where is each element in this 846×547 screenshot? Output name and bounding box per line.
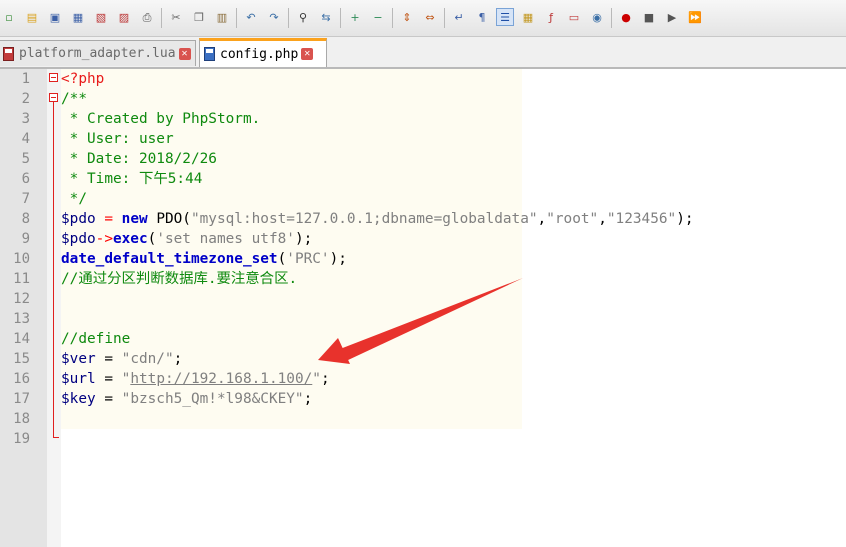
run-macro-multiple-icon[interactable]: ⏩ [686, 8, 704, 26]
toolbar-separator [236, 8, 237, 28]
tab-label: config.php [220, 46, 299, 62]
close-tab-icon[interactable]: ✕ [178, 47, 191, 60]
code-line: $pdo = new PDO("mysql:host=127.0.0.1;dbn… [61, 211, 694, 227]
code-line: $ver = "cdn/"; [61, 351, 183, 367]
play-macro-icon[interactable]: ▶ [663, 8, 681, 26]
fold-collapse-icon[interactable] [49, 73, 58, 82]
cut-icon[interactable]: ✂ [167, 8, 185, 26]
line-number: 15 [13, 351, 30, 367]
line-number: 1 [21, 71, 30, 87]
tab-platform-adapter-lua[interactable]: platform_adapter.lua ✕ [0, 40, 196, 66]
function-list-icon[interactable]: ƒ [542, 8, 560, 26]
line-number: 17 [13, 391, 30, 407]
code-line: /** [61, 91, 87, 107]
open-file-icon[interactable]: ▤ [23, 8, 41, 26]
replace-icon[interactable]: ⇆ [317, 8, 335, 26]
monitor-icon[interactable]: ◉ [588, 8, 606, 26]
line-number: 3 [21, 111, 30, 127]
toolbar-separator [444, 8, 445, 28]
tab-label: platform_adapter.lua [19, 46, 176, 61]
undo-icon[interactable]: ↶ [242, 8, 260, 26]
line-number: 13 [13, 311, 30, 327]
copy-icon[interactable]: ❐ [190, 8, 208, 26]
code-line: * Created by PhpStorm. [61, 111, 261, 127]
line-number: 18 [13, 411, 30, 427]
line-number: 5 [21, 151, 30, 167]
url-link[interactable]: http://192.168.1.100/ [130, 371, 312, 387]
save-icon[interactable]: ▣ [46, 8, 64, 26]
line-number: 19 [13, 431, 30, 447]
fold-end [53, 437, 59, 438]
fold-margin [47, 69, 61, 547]
toolbar-separator [611, 8, 612, 28]
sync-vertical-icon[interactable]: ⇕ [398, 8, 416, 26]
line-number: 12 [13, 291, 30, 307]
fold-collapse-icon[interactable] [49, 93, 58, 102]
toolbar-separator [340, 8, 341, 28]
line-number: 7 [21, 191, 30, 207]
code-line: * Time: 下午5:44 [61, 171, 203, 187]
fold-line [53, 102, 54, 437]
code-line: */ [61, 191, 87, 207]
code-line: //define [61, 331, 131, 347]
new-file-icon[interactable]: ▫ [0, 8, 18, 26]
file-icon [3, 46, 14, 61]
redo-icon[interactable]: ↷ [265, 8, 283, 26]
line-number: 2 [21, 91, 30, 107]
code-line: * User: user [61, 131, 174, 147]
print-icon[interactable]: ⎙ [138, 8, 156, 26]
stop-macro-icon[interactable]: ■ [640, 8, 658, 26]
toolbar-separator [392, 8, 393, 28]
line-number: 10 [13, 251, 30, 267]
close-icon[interactable]: ▧ [92, 8, 110, 26]
paste-icon[interactable]: ▥ [213, 8, 231, 26]
tab-bar: platform_adapter.lua ✕ config.php ✕ [0, 37, 846, 69]
folder-workspace-icon[interactable]: ▭ [565, 8, 583, 26]
toolbar-separator [288, 8, 289, 28]
doc-map-icon[interactable]: ▦ [519, 8, 537, 26]
line-number: 11 [13, 271, 30, 287]
sync-horizontal-icon[interactable]: ⇔ [421, 8, 439, 26]
line-number: 9 [21, 231, 30, 247]
code-line: $pdo->exec('set names utf8'); [61, 231, 313, 247]
code-editor[interactable]: <?php /** * Created by PhpStorm. * User:… [61, 69, 846, 547]
toolbar-separator [161, 8, 162, 28]
zoom-in-icon[interactable]: + [346, 8, 364, 26]
save-all-icon[interactable]: ▦ [69, 8, 87, 26]
line-number: 8 [21, 211, 30, 227]
code-line: $url = "http://192.168.1.100/"; [61, 371, 330, 387]
line-number: 6 [21, 171, 30, 187]
line-number: 16 [13, 371, 30, 387]
code-line: <?php [61, 71, 105, 87]
line-number: 4 [21, 131, 30, 147]
file-icon [204, 47, 215, 61]
code-line: $key = "bzsch5_Qm!*l98&CKEY"; [61, 391, 313, 407]
code-line: date_default_timezone_set('PRC'); [61, 251, 347, 267]
show-all-chars-icon[interactable]: ¶ [473, 8, 491, 26]
indent-guide-icon[interactable]: ☰ [496, 8, 514, 26]
line-number-gutter: 1 2 3 4 5 6 7 8 9 10 11 12 13 14 15 16 17 18 19 [0, 69, 47, 547]
record-macro-icon[interactable]: ● [617, 8, 635, 26]
close-tab-icon[interactable]: ✕ [301, 48, 314, 60]
zoom-out-icon[interactable]: − [369, 8, 387, 26]
line-number: 14 [13, 331, 30, 347]
word-wrap-icon[interactable]: ↵ [450, 8, 468, 26]
find-icon[interactable]: ⚲ [294, 8, 312, 26]
main-toolbar: ▫ ▤ ▣ ▦ ▧ ▨ ⎙ ✂ ❐ ▥ ↶ ↷ ⚲ ⇆ + − ⇕ ⇔ ↵ ¶ ☰ ▦ ƒ ▭ ◉ ● ■ ▶ ⏩ [0, 0, 846, 37]
close-all-icon[interactable]: ▨ [115, 8, 133, 26]
tab-config-php[interactable]: config.php ✕ [199, 38, 327, 67]
code-line: * Date: 2018/2/26 [61, 151, 217, 167]
code-line: //通过分区判断数据库.要注意合区. [61, 271, 298, 287]
